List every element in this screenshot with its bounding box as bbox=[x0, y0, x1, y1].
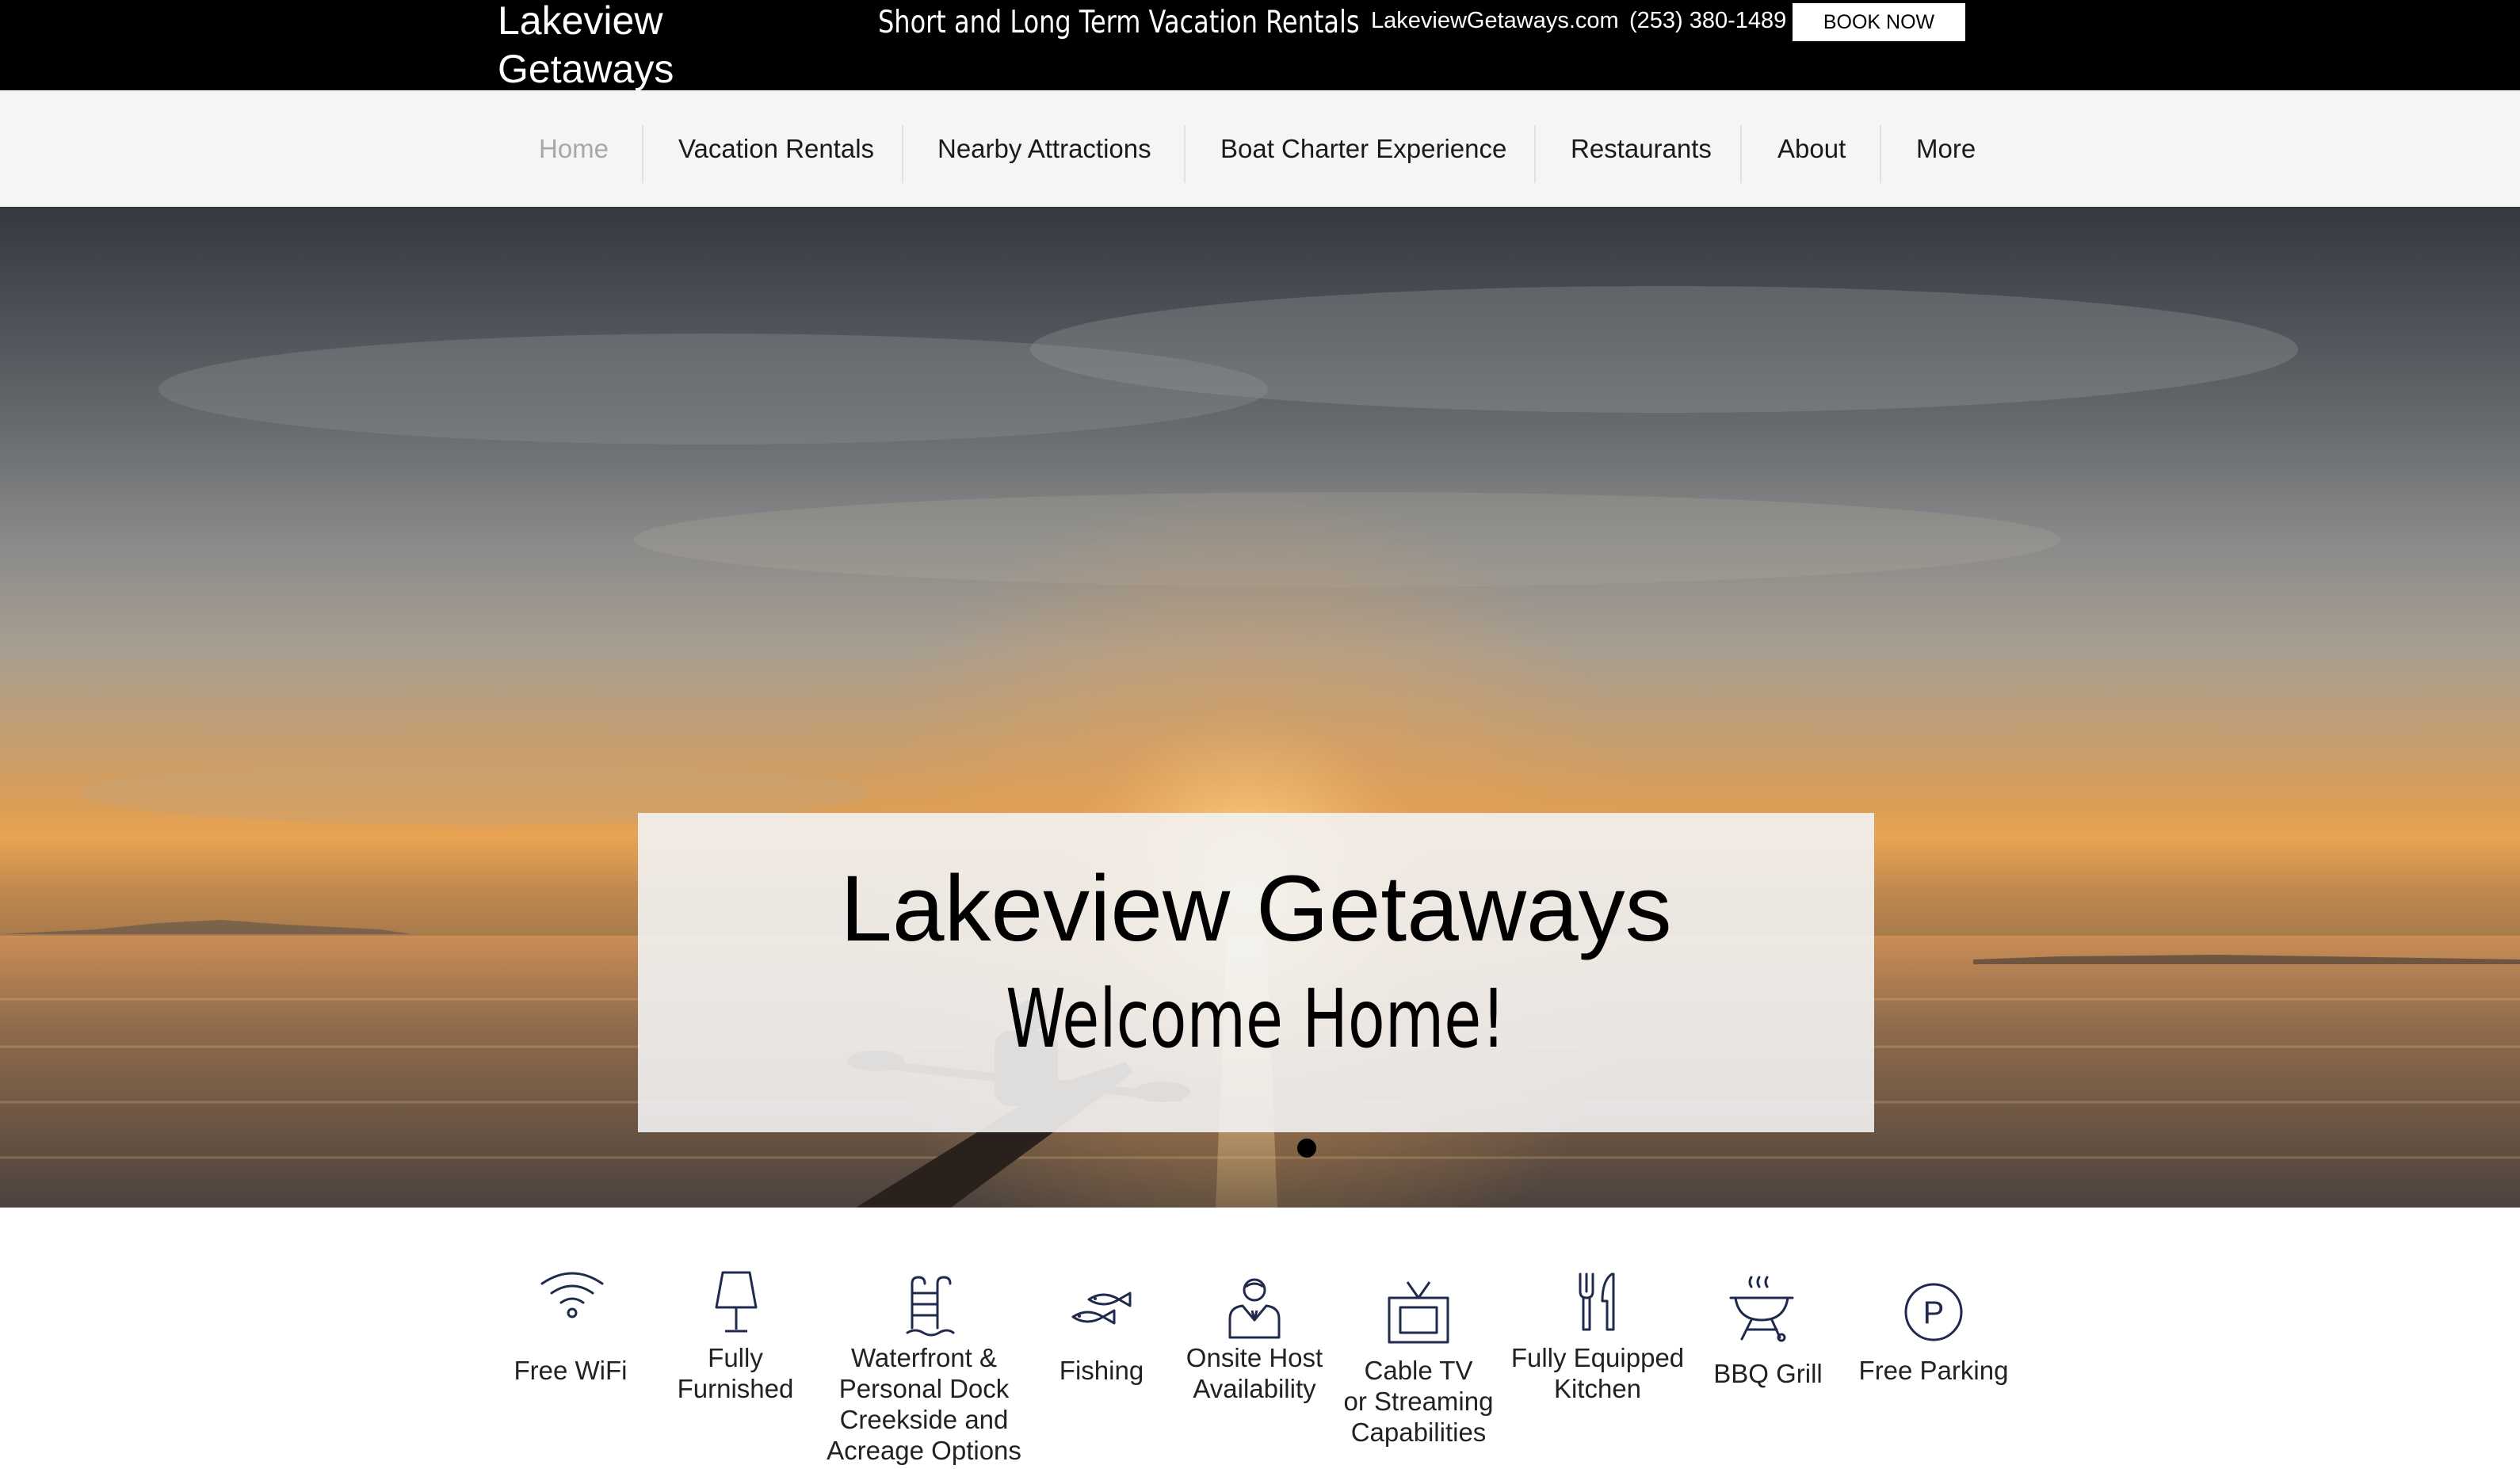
phone-number[interactable]: (253) 380-1489 bbox=[1629, 8, 1786, 34]
nav-divider bbox=[1740, 125, 1742, 183]
nav-item-more[interactable]: More bbox=[1916, 90, 1976, 207]
nav-divider bbox=[642, 125, 643, 183]
nav-item-restaurants[interactable]: Restaurants bbox=[1571, 90, 1712, 207]
amenity-fishing: Fishing bbox=[1030, 1208, 1173, 1469]
slide-indicator-dot[interactable] bbox=[1297, 1139, 1316, 1158]
nav-item-nearby-attractions[interactable]: Nearby Attractions bbox=[937, 90, 1151, 207]
bbq-grill-icon bbox=[1729, 1276, 1794, 1342]
amenity-parking: P Free Parking bbox=[1846, 1208, 2021, 1469]
host-icon bbox=[1228, 1278, 1281, 1339]
book-now-button[interactable]: BOOK NOW bbox=[1793, 3, 1965, 41]
amenity-label: Cable TV or Streaming Capabilities bbox=[1343, 1356, 1494, 1447]
hero-subtitle: Welcome Home! bbox=[1006, 972, 1506, 1066]
amenity-label: Fishing bbox=[1059, 1356, 1144, 1385]
nav-divider bbox=[1534, 125, 1536, 183]
amenity-bbq: BBQ Grill bbox=[1696, 1208, 1840, 1469]
wifi-icon bbox=[540, 1272, 604, 1318]
amenity-cable-tv: Cable TV or Streaming Capabilities bbox=[1339, 1208, 1498, 1469]
amenity-label: Waterfront & Personal Dock Creekside and… bbox=[827, 1343, 1021, 1465]
welcome-banner: Lakeview Getaways Welcome Home! bbox=[638, 813, 1874, 1132]
nav-divider bbox=[902, 125, 903, 183]
nav-divider bbox=[1880, 125, 1881, 183]
nav-item-about[interactable]: About bbox=[1777, 90, 1846, 207]
site-logo-text[interactable]: Lakeview Getaways bbox=[498, 0, 674, 93]
amenity-furnished: Fully Furnished bbox=[656, 1208, 815, 1469]
fork-knife-icon bbox=[1579, 1272, 1615, 1331]
amenity-onsite-host: Onsite Host Availability bbox=[1173, 1208, 1336, 1469]
nav-divider bbox=[1184, 125, 1186, 183]
amenity-label: BBQ Grill bbox=[1713, 1359, 1823, 1388]
tv-icon bbox=[1388, 1281, 1449, 1344]
amenity-label: Fully Equipped Kitchen bbox=[1510, 1343, 1685, 1403]
parking-icon: P bbox=[1904, 1283, 1963, 1341]
amenity-kitchen: Fully Equipped Kitchen bbox=[1502, 1208, 1693, 1469]
amenity-label: Free Parking bbox=[1858, 1356, 2009, 1385]
nav-item-vacation-rentals[interactable]: Vacation Rentals bbox=[678, 90, 874, 207]
hero-title: Lakeview Getaways bbox=[840, 857, 1672, 961]
site-url-link[interactable]: LakeviewGetaways.com bbox=[1371, 8, 1619, 34]
top-bar: Lakeview Getaways Short and Long Term Va… bbox=[0, 0, 2520, 93]
nav-item-home[interactable]: Home bbox=[539, 90, 609, 207]
lamp-icon bbox=[715, 1271, 758, 1333]
main-nav: Home Vacation Rentals Nearby Attractions… bbox=[0, 90, 2520, 207]
fish-icon bbox=[1071, 1292, 1132, 1325]
amenities-section: Free WiFi Fully Furnished Waterfront & P… bbox=[0, 1208, 2520, 1469]
amenity-waterfront: Waterfront & Personal Dock Creekside and… bbox=[820, 1208, 1028, 1469]
amenity-label: Onsite Host Availability bbox=[1186, 1343, 1323, 1403]
hero-slideshow: Lakeview Getaways Welcome Home! bbox=[0, 207, 2520, 1208]
amenity-wifi: Free WiFi bbox=[491, 1208, 650, 1469]
site-tagline: Short and Long Term Vacation Rentals bbox=[878, 5, 1360, 40]
amenity-label: Free WiFi bbox=[514, 1356, 628, 1385]
nav-item-boat-charter[interactable]: Boat Charter Experience bbox=[1220, 90, 1506, 207]
amenity-label: Fully Furnished bbox=[677, 1343, 794, 1403]
svg-text:P: P bbox=[1923, 1295, 1945, 1330]
pool-ladder-icon bbox=[906, 1276, 955, 1337]
